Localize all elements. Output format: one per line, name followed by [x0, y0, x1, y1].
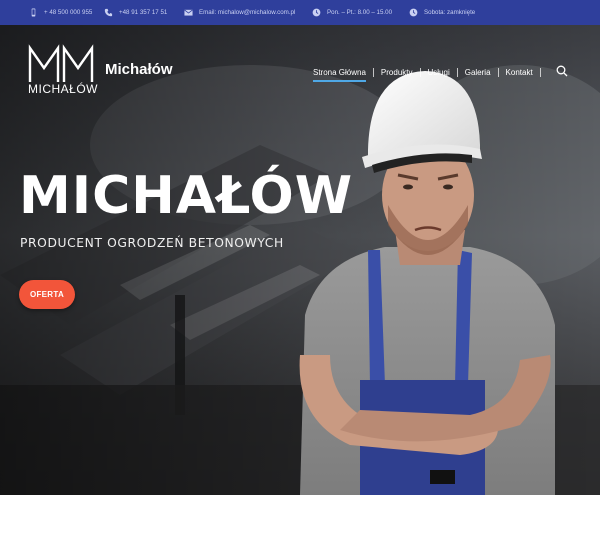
logo-text: MICHAŁÓW [28, 82, 98, 96]
topbar-hours-weekday-text: Pon. – Pt.: 8.00 – 15.00 [327, 9, 393, 16]
topbar-hours-saturday-text: Sobota: zamknięte [424, 9, 476, 16]
nav-separator [497, 67, 499, 77]
topbar-phone-text: +48 91 357 17 51 [119, 9, 168, 16]
nav-kontakt[interactable]: Kontakt [501, 68, 538, 77]
nav-separator [419, 67, 421, 77]
brand-name[interactable]: Michałów [105, 61, 173, 78]
topbar-email-text: Email: michalow@michalow.com.pl [199, 9, 296, 16]
topbar-hours-weekday: Pon. – Pt.: 8.00 – 15.00 [312, 0, 392, 25]
hero-title: MICHAŁÓW [19, 166, 354, 226]
nav-galeria[interactable]: Galeria [460, 68, 496, 77]
phone-icon [104, 8, 113, 17]
main-navigation: Strona Główna Produkty Usługi Galeria Ko… [308, 65, 543, 82]
topbar-mobile[interactable]: + 48 500 000 955 [29, 0, 92, 25]
envelope-icon [184, 8, 193, 17]
nav-separator [372, 67, 374, 77]
topbar-hours-saturday: Sobota: zamknięte [409, 0, 475, 25]
oferta-button[interactable]: OFERTA [19, 280, 75, 309]
mobile-phone-icon [29, 8, 38, 17]
topbar-phone[interactable]: +48 91 357 17 51 [104, 0, 167, 25]
topbar-email[interactable]: Email: michalow@michalow.com.pl [184, 0, 295, 25]
hero-subtitle: PRODUCENT OGRODZEŃ BETONOWYCH [20, 236, 284, 250]
topbar-mobile-text: + 48 500 000 955 [44, 9, 93, 16]
top-info-bar: + 48 500 000 955 +48 91 357 17 51 Email:… [0, 0, 600, 25]
clock-icon [312, 8, 321, 17]
clock-icon [409, 8, 418, 17]
nav-strona-glowna[interactable]: Strona Główna [308, 68, 371, 82]
nav-produkty[interactable]: Produkty [376, 68, 418, 77]
nav-separator [539, 67, 541, 77]
search-icon[interactable] [556, 64, 568, 77]
nav-uslugi[interactable]: Usługi [423, 68, 455, 77]
nav-separator [456, 67, 458, 77]
